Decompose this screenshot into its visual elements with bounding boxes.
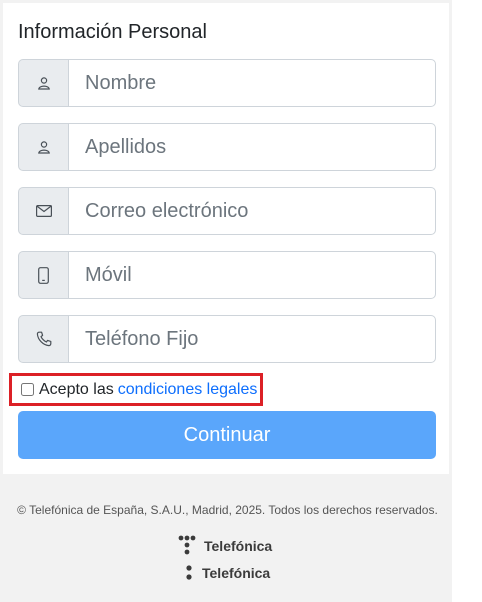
last-name-group [18, 123, 436, 171]
telefonica-logo-2: Telefónica [180, 563, 270, 583]
landline-group [18, 315, 436, 363]
email-group [18, 187, 436, 235]
terms-label: Acepto las [39, 380, 114, 398]
legal-conditions-link[interactable]: condiciones legales [118, 381, 258, 399]
telefonica-dot-logo-icon [186, 565, 192, 580]
mobile-input[interactable] [68, 251, 436, 299]
first-name-group [18, 59, 436, 107]
last-name-input[interactable] [68, 123, 436, 171]
envelope-icon [18, 187, 68, 235]
telefonica-logo-text-1: Telefónica [204, 538, 273, 554]
telefonica-logo-text-2: Telefónica [202, 565, 271, 581]
telefonica-logo-1: Telefónica [178, 535, 272, 557]
continue-button[interactable]: Continuar [18, 411, 436, 459]
user-icon [18, 123, 68, 171]
user-icon [18, 59, 68, 107]
first-name-input[interactable] [68, 59, 436, 107]
landline-input[interactable] [68, 315, 436, 363]
email-input[interactable] [68, 187, 436, 235]
page-title: Información Personal [18, 21, 207, 43]
mobile-group [18, 251, 436, 299]
legal-terms-row: Acepto las condiciones legales [9, 373, 263, 406]
accept-terms-checkbox[interactable] [21, 383, 34, 396]
mobile-phone-icon [18, 251, 68, 299]
telefonica-t-logo-icon [178, 535, 196, 555]
copyright-text: © Telefónica de España, S.A.U., Madrid, … [17, 503, 438, 517]
telephone-icon [18, 315, 68, 363]
